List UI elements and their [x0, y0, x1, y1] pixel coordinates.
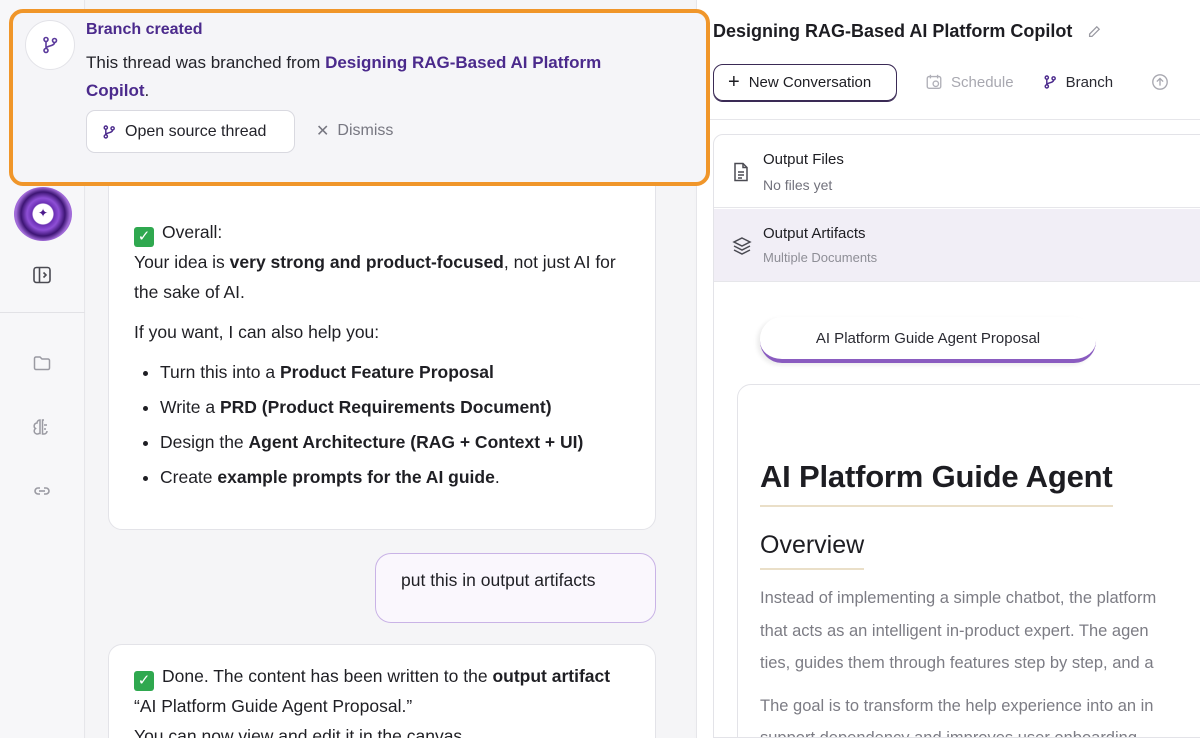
- branch-created-toast: Branch created This thread was branched …: [9, 9, 710, 186]
- document-icon: [734, 162, 748, 182]
- toast-body: This thread was branched from Designing …: [86, 53, 602, 100]
- branch-icon: [103, 124, 115, 139]
- conversation-title-text: Designing RAG-Based AI Platform Copilot: [713, 21, 1073, 41]
- section-heading: Overview: [760, 531, 865, 570]
- branch-label: Branch: [1065, 73, 1114, 91]
- close-icon: ✕: [316, 123, 330, 140]
- upload-button[interactable]: [1151, 73, 1169, 91]
- offer-text: If you want, I can also help you:: [134, 322, 380, 342]
- checkmark-icon: ✓: [134, 671, 154, 691]
- checkmark-icon: ✓: [134, 227, 154, 247]
- schedule-label: Schedule: [951, 73, 1014, 91]
- assistant-message: ✓ Done. The content has been written to t…: [108, 644, 656, 738]
- output-artifacts-subtitle: Multiple Documents: [763, 250, 878, 265]
- tab-artifact[interactable]: AI Platform Guide Agent Proposal: [760, 317, 1096, 363]
- app-logo[interactable]: ✦: [14, 187, 72, 241]
- open-source-thread-label: Open source thread: [125, 122, 267, 140]
- rail-divider: [0, 312, 85, 313]
- output-files-title: Output Files: [763, 151, 844, 168]
- msg-text: Your idea is: [134, 252, 230, 272]
- overall-label: Overall:: [162, 222, 223, 242]
- sparkle-icon: ✦: [37, 206, 49, 220]
- output-files-status: No files yet: [763, 177, 833, 193]
- app-window: ✦ ✓ Overall: Your idea is very strong and…: [0, 0, 1200, 738]
- msg-bold-text: output artifact: [492, 666, 611, 686]
- msg-text: “AI Platform Guide Agent Proposal.”: [134, 696, 413, 716]
- paragraph: Instead of implementing a simple chatbot…: [760, 589, 1157, 672]
- schedule-button[interactable]: Schedule: [925, 73, 1014, 91]
- suggestion-list: Turn this into a Product Feature Proposa…: [134, 355, 629, 495]
- list-item: Write a PRD (Product Requirements Docume…: [160, 390, 629, 425]
- panel-toggle-icon[interactable]: [30, 263, 54, 287]
- brain-icon[interactable]: [30, 415, 54, 439]
- branch-icon: [25, 20, 75, 70]
- upload-icon: [1152, 74, 1168, 90]
- branch-button[interactable]: Branch: [1042, 73, 1114, 91]
- new-conversation-label: New Conversation: [748, 73, 872, 91]
- conversation-title: Designing RAG-Based AI Platform Copilot: [713, 21, 1102, 42]
- output-files-row[interactable]: Output Files No files yet: [714, 135, 1200, 208]
- dismiss-button[interactable]: ✕ Dismiss: [316, 121, 393, 141]
- assistant-message: ✓ Overall: Your idea is very strong and p…: [108, 160, 656, 530]
- calendar-icon: [926, 74, 942, 89]
- document-title: AI Platform Guide Agent: [760, 459, 1113, 507]
- canvas-panel: Designing RAG-Based AI Platform Copilot …: [696, 0, 1200, 738]
- tab-artifact-label: AI Platform Guide Agent Proposal: [815, 330, 1041, 347]
- overall-line: ✓ Overall: Your idea is very strong and p…: [134, 217, 629, 307]
- user-message-text: put this in output artifacts: [401, 570, 596, 590]
- user-message: put this in output artifacts: [375, 553, 656, 623]
- branch-icon: [1044, 75, 1056, 89]
- open-source-thread-button[interactable]: Open source thread: [86, 110, 295, 153]
- msg-text: Done. The content has been written to th…: [162, 666, 493, 686]
- toast-title: Branch created: [86, 21, 203, 38]
- output-panel: Output Files No files yet Output Artifac…: [713, 134, 1200, 738]
- plus-icon: +: [728, 71, 740, 93]
- toolbar-divider: [697, 119, 1200, 120]
- pencil-icon[interactable]: [1086, 24, 1102, 40]
- new-conversation-button[interactable]: + New Conversation: [713, 63, 897, 101]
- layers-icon: [732, 237, 752, 255]
- msg-text: You can now view and edit it in the canv…: [134, 726, 468, 738]
- artifact-document[interactable]: AI Platform Guide Agent Overview Instead…: [737, 384, 1200, 738]
- list-item: Design the Agent Architecture (RAG + Con…: [160, 425, 629, 460]
- folder-icon[interactable]: [30, 351, 54, 375]
- link-icon[interactable]: [30, 479, 54, 503]
- output-artifacts-row[interactable]: Output Artifacts Multiple Documents: [714, 209, 1200, 282]
- toolbar: + New Conversation Schedule Branch: [713, 63, 1169, 101]
- dismiss-label: Dismiss: [337, 122, 394, 139]
- output-artifacts-title: Output Artifacts: [763, 225, 866, 242]
- msg-bold-text: very strong and product-focused: [229, 252, 504, 272]
- paragraph: The goal is to transform the help experi…: [760, 696, 1154, 738]
- list-item: Create example prompts for the AI guide.: [160, 460, 629, 495]
- list-item: Turn this into a Product Feature Proposa…: [160, 355, 629, 390]
